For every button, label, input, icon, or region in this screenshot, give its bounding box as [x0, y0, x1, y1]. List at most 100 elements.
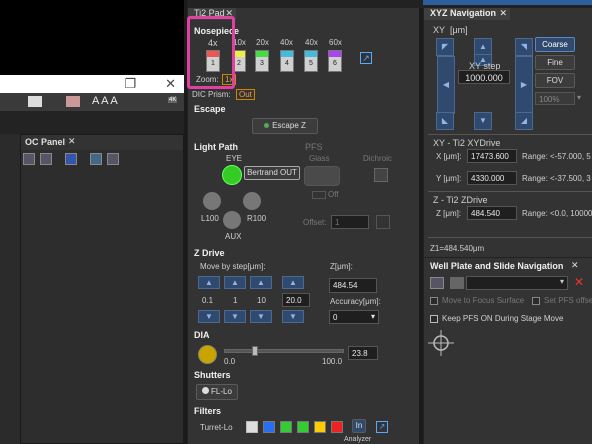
nav-down-right-button[interactable]: ◢	[515, 112, 533, 130]
coarse-button[interactable]: Coarse	[535, 37, 575, 52]
keep-pfs-checkbox[interactable]	[430, 315, 438, 323]
step-0.1: 0.1	[202, 296, 214, 305]
section-divider	[428, 237, 592, 238]
toolbar-icon-1[interactable]	[28, 96, 42, 107]
keep-pfs-label: Keep PFS ON During Stage Move	[442, 314, 564, 323]
nosepiece-position-4[interactable]: 4	[280, 50, 294, 72]
section-divider	[428, 134, 592, 135]
plate-type-select[interactable]	[466, 276, 568, 290]
close-icon[interactable]: ✕	[68, 136, 76, 147]
r100-port-button[interactable]	[243, 192, 261, 210]
tab-label: XYZ Navigation	[430, 8, 497, 18]
filter-slot-2[interactable]	[263, 421, 275, 433]
x-position-field[interactable]: 17473.600	[467, 149, 517, 163]
z-up-0.1-button[interactable]: ▲	[198, 276, 220, 289]
l100-port-button[interactable]	[203, 192, 221, 210]
filter-slot-3[interactable]	[280, 421, 292, 433]
l100-label: L100	[201, 214, 219, 223]
plate-grid-icon[interactable]	[430, 277, 444, 289]
list-view-icon[interactable]	[23, 153, 35, 165]
filter-icon[interactable]	[65, 153, 77, 165]
nosepiece-position-6[interactable]: 6	[328, 50, 342, 72]
xy-step-field[interactable]: 1000.000	[458, 70, 510, 84]
z-down-10-button[interactable]: ▼	[250, 310, 272, 323]
image-toolbar: A A A 4K	[0, 93, 184, 111]
led-icon	[264, 123, 270, 128]
z-down-0.1-button[interactable]: ▼	[198, 310, 220, 323]
restore-window-icon[interactable]: ❐	[124, 77, 136, 92]
save-icon[interactable]	[90, 153, 102, 165]
tab-xyz-navigation[interactable]: XYZ Navigation ✕	[424, 8, 510, 20]
eye-port-button[interactable]	[222, 165, 242, 185]
close-window-icon[interactable]: ✕	[165, 77, 176, 92]
accuracy-select[interactable]: 0 ▾	[329, 310, 379, 324]
z-down-custom-button[interactable]: ▼	[282, 310, 304, 323]
filter-slot-1[interactable]	[246, 421, 258, 433]
chevron-down-icon[interactable]: ▾	[560, 277, 564, 286]
turret-lo-label: Turret-Lo	[200, 423, 233, 432]
nav-up-left-button[interactable]: ◤	[436, 38, 454, 56]
settings-icon[interactable]	[107, 153, 119, 165]
nosepiece-position-3[interactable]: 3	[255, 50, 269, 72]
eye-label: EYE	[226, 154, 243, 163]
filter-slot-5[interactable]	[314, 421, 326, 433]
4k-icon[interactable]: 4K	[168, 97, 178, 103]
zoom-percent-select[interactable]: 100%	[535, 92, 575, 105]
filter-slot-6[interactable]	[331, 421, 343, 433]
well-plate-title: Well Plate and Slide Navigation	[430, 261, 564, 271]
move-focus-label: Move to Focus Surface	[442, 296, 525, 305]
dia-value-field[interactable]: 23.8	[348, 346, 378, 360]
dic-prism-label: DIC Prism:	[192, 90, 231, 99]
set-pfs-checkbox[interactable]	[532, 297, 540, 305]
expand-icon[interactable]: ↗	[376, 421, 388, 433]
offset-apply-button[interactable]	[376, 215, 390, 229]
chevron-down-icon[interactable]: ▾	[577, 93, 581, 102]
nav-down-button[interactable]: ▼	[474, 112, 492, 130]
grid-view-icon[interactable]	[40, 153, 52, 165]
y-range-label: Range: <-37.500, 3	[522, 174, 591, 183]
y-position-field[interactable]: 4330.000	[467, 171, 517, 185]
z-down-1-button[interactable]: ▼	[224, 310, 246, 323]
nosepiece-position-5[interactable]: 5	[304, 50, 318, 72]
fov-button[interactable]: FOV	[535, 73, 575, 88]
z-position-label: Z[μm]:	[330, 262, 353, 271]
bertrand-button[interactable]: Bertrand OUT	[244, 166, 300, 180]
fine-button[interactable]: Fine	[535, 55, 575, 70]
nav-right-button[interactable]: ▶	[515, 56, 533, 114]
slide-icon[interactable]	[450, 277, 464, 289]
filter-in-button[interactable]: In	[352, 419, 366, 433]
move-focus-checkbox[interactable]	[430, 297, 438, 305]
dia-slider-thumb[interactable]	[252, 346, 258, 356]
offset-field[interactable]: 1	[331, 215, 369, 229]
aux-label: AUX	[225, 232, 242, 241]
clear-icon[interactable]: ✕	[574, 275, 584, 289]
z-range-label: Range: <0.0, 10000	[522, 209, 592, 218]
crosshair-icon[interactable]	[428, 330, 454, 356]
z-up-10-button[interactable]: ▲	[250, 276, 272, 289]
dic-prism-value[interactable]: Out	[236, 89, 255, 100]
close-icon[interactable]: ✕	[499, 8, 507, 19]
z-position-field[interactable]: 484.54	[329, 278, 377, 293]
z-drive-title: Z - Ti2 ZDrive	[433, 195, 488, 205]
dia-lamp-button[interactable]	[198, 345, 217, 364]
z-up-custom-button[interactable]: ▲	[282, 276, 304, 289]
expand-icon[interactable]: ↗	[360, 52, 372, 64]
z-position-field[interactable]: 484.540	[467, 206, 517, 220]
light-path-title: Light Path	[194, 142, 238, 152]
dichroic-button[interactable]	[374, 168, 388, 182]
x-position-label: X [μm]:	[436, 152, 462, 161]
escape-z-button[interactable]: Escape Z	[252, 118, 318, 134]
text-size-icon[interactable]: A A A	[92, 95, 118, 107]
glass-select[interactable]	[304, 166, 340, 186]
custom-step-field[interactable]: 20.0	[282, 293, 310, 307]
aux-port-button[interactable]	[223, 211, 241, 229]
nav-down-left-button[interactable]: ◣	[436, 112, 454, 130]
nav-left-button[interactable]: ◀	[437, 56, 455, 114]
toolbar-icon-2[interactable]	[66, 96, 80, 107]
filter-slot-4[interactable]	[297, 421, 309, 433]
nav-up-right-button[interactable]: ◥	[515, 38, 533, 56]
dia-slider-track[interactable]	[224, 346, 344, 356]
fl-lo-shutter-button[interactable]: FL-Lo	[196, 384, 238, 400]
z-up-1-button[interactable]: ▲	[224, 276, 246, 289]
close-icon[interactable]: ✕	[571, 260, 579, 271]
